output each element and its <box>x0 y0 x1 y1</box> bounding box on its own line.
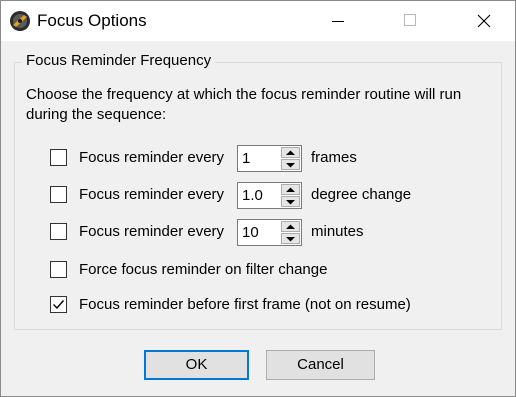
frames-checkbox[interactable] <box>50 149 67 166</box>
frames-checkbox-label[interactable]: Focus reminder every <box>79 148 224 168</box>
frames-stepper-buttons <box>281 147 300 170</box>
description-line-2: during the sequence: <box>26 106 167 123</box>
minutes-stepper[interactable]: 10 <box>237 219 302 246</box>
frames-decrement-button[interactable] <box>281 159 300 170</box>
degree-checkbox[interactable] <box>50 186 67 203</box>
degree-stepper[interactable]: 1.0 <box>237 182 302 209</box>
minutes-increment-button[interactable] <box>281 221 300 232</box>
filter-change-checkbox[interactable] <box>50 261 67 278</box>
focus-lens-icon <box>9 10 31 32</box>
first-frame-checkbox-label[interactable]: Focus reminder before first frame (not o… <box>79 295 411 315</box>
minutes-value[interactable]: 10 <box>242 223 259 243</box>
degree-unit: degree change <box>311 186 412 203</box>
ok-button[interactable]: OK <box>144 350 249 380</box>
title-bar[interactable]: Focus Options <box>1 1 515 41</box>
group-description: Choose the frequency at which the focus … <box>26 85 506 125</box>
degree-stepper-buttons <box>281 184 300 207</box>
arrow-down-icon <box>286 200 295 205</box>
degree-checkbox-label[interactable]: Focus reminder every <box>79 185 224 205</box>
degree-decrement-button[interactable] <box>281 196 300 207</box>
arrow-down-icon <box>286 163 295 168</box>
degree-value[interactable]: 1.0 <box>242 186 263 206</box>
arrow-up-icon <box>286 187 295 192</box>
maximize-icon <box>404 14 416 26</box>
group-legend: Focus Reminder Frequency <box>22 52 216 70</box>
first-frame-checkbox[interactable] <box>50 296 67 313</box>
description-line-1: Choose the frequency at which the focus … <box>26 86 462 103</box>
arrow-up-icon <box>286 150 295 155</box>
minutes-unit: minutes <box>311 223 364 240</box>
minutes-checkbox-label[interactable]: Focus reminder every <box>79 222 224 242</box>
cancel-button[interactable]: Cancel <box>266 350 375 380</box>
window-title: Focus Options <box>37 11 147 30</box>
frames-value[interactable]: 1 <box>242 149 250 169</box>
checkmark-icon <box>53 300 65 310</box>
frames-unit: frames <box>311 149 357 166</box>
arrow-down-icon <box>286 237 295 242</box>
minutes-decrement-button[interactable] <box>281 233 300 244</box>
minutes-checkbox[interactable] <box>50 223 67 240</box>
minutes-stepper-buttons <box>281 221 300 244</box>
frames-increment-button[interactable] <box>281 147 300 158</box>
filter-change-checkbox-label[interactable]: Force focus reminder on filter change <box>79 260 327 280</box>
focus-options-dialog: Focus Options Focus Reminder Frequency C… <box>0 0 516 397</box>
maximize-button[interactable] <box>387 1 433 41</box>
degree-increment-button[interactable] <box>281 184 300 195</box>
close-button[interactable] <box>461 1 507 41</box>
minimize-button[interactable] <box>315 1 361 41</box>
arrow-up-icon <box>286 224 295 229</box>
close-icon <box>477 14 491 28</box>
minimize-icon <box>332 21 344 22</box>
frames-stepper[interactable]: 1 <box>237 145 302 172</box>
